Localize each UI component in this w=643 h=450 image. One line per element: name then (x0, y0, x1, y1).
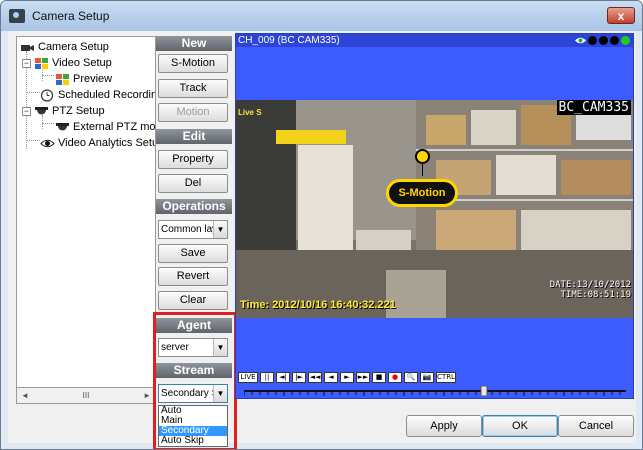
status-dot (588, 36, 597, 45)
smotion-button[interactable]: S-Motion (158, 54, 228, 73)
tree-item-camera-setup[interactable]: Camera Setup (20, 39, 109, 55)
title-bar: Camera Setup x (1, 1, 642, 31)
tree-item-label: Video Setup (52, 57, 112, 69)
highlight-box (153, 312, 237, 449)
video-grid-icon (56, 73, 69, 85)
tree-item-label: PTZ Setup (52, 105, 105, 117)
scroll-left-icon[interactable]: ◄ (21, 391, 29, 400)
fast-forward-icon[interactable]: ►► (356, 372, 370, 383)
rewind-icon[interactable]: ◄ (324, 372, 338, 383)
camera-name-overlay: BC_CAM335 (556, 100, 631, 115)
tree-item-label: Preview (73, 73, 113, 85)
date-time-overlay: DATE:13/10/2012 TIME:08:51:19 (550, 280, 631, 300)
live-button[interactable]: LIVE (238, 372, 258, 383)
playback-controls: LIVE || ◄| |► ◄◄ ◄ ► ►► ■ ● 🔍 📷 CTRL (238, 372, 631, 384)
zoom-icon[interactable]: 🔍 (404, 372, 418, 383)
time-overlay: TIME:08:51:19 (560, 290, 631, 300)
chevron-down-icon[interactable]: ▼ (213, 221, 227, 238)
camera-icon (21, 44, 34, 51)
date-overlay: DATE:13/10/2012 (549, 280, 631, 290)
ctrl-button[interactable]: CTRL (436, 372, 456, 383)
scroll-thumb[interactable]: III (83, 391, 90, 400)
collapse-toggle[interactable]: − (22, 106, 31, 116)
timeline-thumb[interactable] (480, 386, 488, 396)
play-icon[interactable]: ► (340, 372, 354, 383)
del-button[interactable]: Del (158, 174, 228, 193)
tree-item-label: Video Analytics Setup (58, 137, 156, 149)
setup-tree: Camera Setup − Video Setup Preview Sched… (16, 36, 156, 388)
eye-icon (40, 139, 55, 147)
section-edit: Edit (156, 129, 232, 144)
track-button[interactable]: Track (158, 79, 228, 98)
tree-item-scheduled-recording[interactable]: Scheduled Recording (40, 87, 156, 103)
tree-item-label: Camera Setup (38, 41, 109, 53)
clock-icon (40, 88, 54, 102)
operations-value: Common lay (161, 224, 218, 235)
channel-title: CH_009 (BC CAM335) (238, 35, 340, 46)
record-icon[interactable]: ● (388, 372, 402, 383)
status-dot-green (621, 36, 630, 45)
dialog-client: Camera Setup − Video Setup Preview Sched… (8, 31, 636, 449)
cancel-button[interactable]: Cancel (558, 415, 634, 437)
fast-rewind-icon[interactable]: ◄◄ (308, 372, 322, 383)
property-button[interactable]: Property (158, 150, 228, 169)
operations-select[interactable]: Common lay ▼ (158, 220, 228, 239)
channel-title-bar: CH_009 (BC CAM335) (236, 34, 633, 47)
close-button[interactable]: x (607, 7, 635, 24)
video-panel: CH_009 (BC CAM335) BC_CAM335 Live S S-Mo… (235, 33, 634, 399)
tree-item-video-analytics[interactable]: Video Analytics Setup (40, 135, 156, 151)
live-overlay: Live S (238, 108, 262, 117)
tree-item-external-ptz[interactable]: External PTZ mod (55, 119, 156, 135)
stop-icon[interactable]: ■ (372, 372, 386, 383)
tree-item-preview[interactable]: Preview (55, 71, 112, 87)
save-button[interactable]: Save (158, 244, 228, 263)
snapshot-icon[interactable]: 📷 (420, 372, 434, 383)
camera-app-icon (9, 9, 25, 23)
camera-feed[interactable]: BC_CAM335 Live S S-Motion Time: 2012/10/… (236, 100, 633, 318)
step-forward-icon[interactable]: |► (292, 372, 306, 383)
smotion-handle-icon[interactable] (415, 149, 430, 164)
tree-horizontal-scrollbar[interactable]: ◄ III ► (16, 388, 156, 404)
tree-item-ptz-setup[interactable]: − PTZ Setup (22, 103, 105, 119)
tree-item-label: External PTZ mod (73, 121, 156, 133)
eye-status-icon (575, 36, 586, 45)
section-new: New (156, 36, 232, 51)
status-dot (610, 36, 619, 45)
ptz-dome-icon (35, 106, 48, 114)
window-title: Camera Setup (32, 9, 110, 23)
step-back-icon[interactable]: ◄| (276, 372, 290, 383)
clear-button[interactable]: Clear (158, 291, 228, 310)
tree-item-video-setup[interactable]: − Video Setup (22, 55, 112, 71)
smotion-overlay[interactable]: S-Motion (386, 179, 458, 207)
revert-button[interactable]: Revert (158, 267, 228, 286)
motion-button[interactable]: Motion (158, 103, 228, 122)
collapse-toggle[interactable]: − (22, 58, 31, 68)
playback-timeline[interactable] (244, 386, 626, 396)
status-dot (599, 36, 608, 45)
pause-icon[interactable]: || (260, 372, 274, 383)
timestamp-overlay: Time: 2012/10/16 16:40:32.221 (240, 299, 396, 311)
tree-item-label: Scheduled Recording (58, 89, 156, 101)
section-operations: Operations (156, 199, 232, 214)
video-grid-icon (35, 57, 48, 69)
ptz-dome-icon (56, 122, 69, 130)
scroll-right-icon[interactable]: ► (143, 391, 151, 400)
status-indicators (575, 36, 630, 45)
apply-button[interactable]: Apply (406, 415, 482, 437)
camera-setup-window: Camera Setup x Camera Setup − Video Setu… (0, 0, 643, 450)
ok-button[interactable]: OK (482, 415, 558, 437)
